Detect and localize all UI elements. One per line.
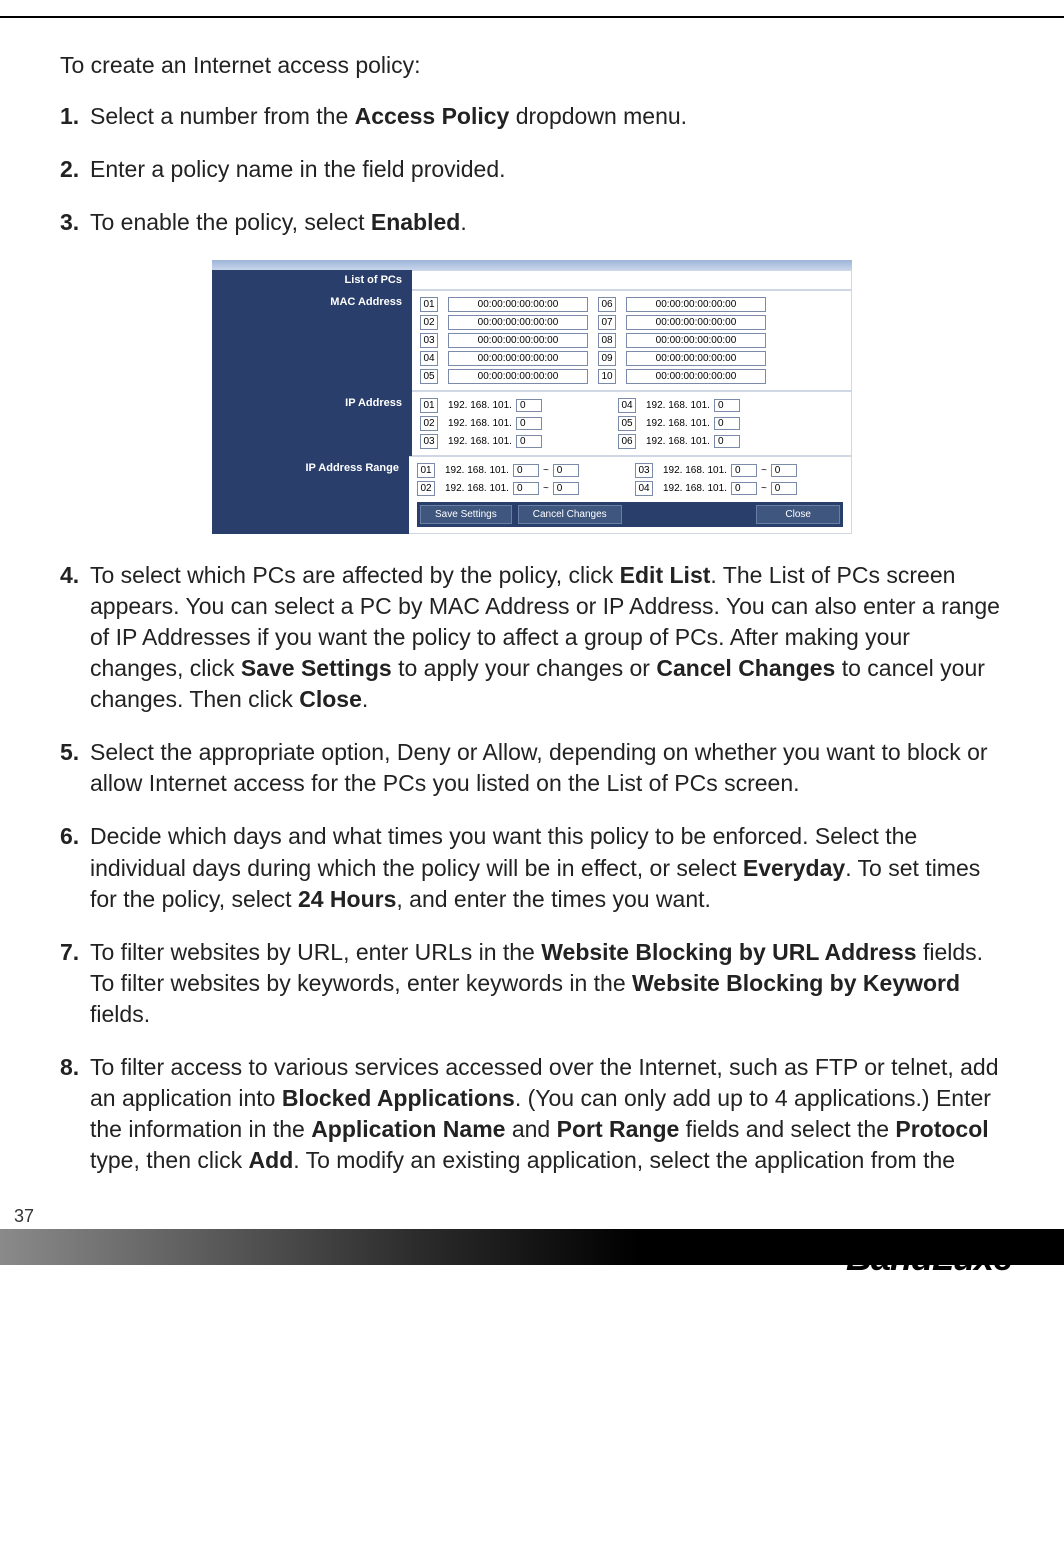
mac-row-index: 05 <box>420 369 438 384</box>
mac-input[interactable]: 00:00:00:00:00:00 <box>448 297 588 312</box>
mac-input[interactable]: 00:00:00:00:00:00 <box>626 333 766 348</box>
ip-prefix: 192. 168. 101. <box>448 436 512 447</box>
ip-octet-input[interactable]: 0 <box>516 435 542 448</box>
range-sep: ~ <box>543 483 549 494</box>
brand-logo: BandLuxe™ <box>846 1237 1030 1279</box>
step-number: 4. <box>60 560 90 715</box>
step-number: 2. <box>60 154 90 185</box>
ip-row-index: 02 <box>420 416 438 431</box>
mac-input[interactable]: 00:00:00:00:00:00 <box>448 315 588 330</box>
step-number: 3. <box>60 207 90 238</box>
ip-prefix: 192. 168. 101. <box>445 465 509 476</box>
ip-prefix: 192. 168. 101. <box>445 483 509 494</box>
listofpcs-title: List of PCs <box>212 270 412 290</box>
mac-row-index: 09 <box>598 351 616 366</box>
ip-octet-input[interactable]: 0 <box>714 435 740 448</box>
mac-address-label: MAC Address <box>212 290 412 391</box>
ip-prefix: 192. 168. 101. <box>663 465 727 476</box>
step-number: 8. <box>60 1052 90 1176</box>
range-lo-input[interactable]: 0 <box>513 464 539 477</box>
step-3: To enable the policy, select Enabled. <box>90 207 1004 238</box>
ip-row-index: 03 <box>420 434 438 449</box>
mac-input[interactable]: 00:00:00:00:00:00 <box>448 333 588 348</box>
step-4: To select which PCs are affected by the … <box>90 560 1004 715</box>
ip-range-label: IP Address Range <box>212 456 409 534</box>
range-row-index: 04 <box>635 481 653 496</box>
range-row-index: 02 <box>417 481 435 496</box>
step-1: Select a number from the Access Policy d… <box>90 101 1004 132</box>
close-button[interactable]: Close <box>756 505 840 524</box>
range-hi-input[interactable]: 0 <box>771 464 797 477</box>
ip-octet-input[interactable]: 0 <box>516 417 542 430</box>
range-hi-input[interactable]: 0 <box>553 482 579 495</box>
ip-octet-input[interactable]: 0 <box>714 399 740 412</box>
ip-prefix: 192. 168. 101. <box>448 400 512 411</box>
step-8: To filter access to various services acc… <box>90 1052 1004 1176</box>
mac-row-index: 06 <box>598 297 616 312</box>
ip-octet-input[interactable]: 0 <box>516 399 542 412</box>
range-row-index: 01 <box>417 463 435 478</box>
mac-input[interactable]: 00:00:00:00:00:00 <box>626 351 766 366</box>
save-settings-button[interactable]: Save Settings <box>420 505 512 524</box>
steps-list-cont: 4. To select which PCs are affected by t… <box>60 560 1004 1176</box>
step-7: To filter websites by URL, enter URLs in… <box>90 937 1004 1030</box>
ip-prefix: 192. 168. 101. <box>646 436 710 447</box>
step-2: Enter a policy name in the field provide… <box>90 154 1004 185</box>
ip-row-index: 06 <box>618 434 636 449</box>
range-sep: ~ <box>761 483 767 494</box>
range-lo-input[interactable]: 0 <box>513 482 539 495</box>
step-number: 5. <box>60 737 90 799</box>
range-lo-input[interactable]: 0 <box>731 482 757 495</box>
mac-row-index: 02 <box>420 315 438 330</box>
ip-prefix: 192. 168. 101. <box>646 418 710 429</box>
mac-row-index: 08 <box>598 333 616 348</box>
step-6: Decide which days and what times you wan… <box>90 821 1004 914</box>
ip-prefix: 192. 168. 101. <box>448 418 512 429</box>
ip-octet-input[interactable]: 0 <box>714 417 740 430</box>
ip-row-index: 04 <box>618 398 636 413</box>
mac-row-index: 07 <box>598 315 616 330</box>
mac-row-index: 10 <box>598 369 616 384</box>
ip-address-label: IP Address <box>212 391 412 456</box>
intro-text: To create an Internet access policy: <box>60 52 1004 79</box>
step-5: Select the appropriate option, Deny or A… <box>90 737 1004 799</box>
range-hi-input[interactable]: 0 <box>771 482 797 495</box>
ip-row-index: 05 <box>618 416 636 431</box>
listofpcs-figure: List of PCs MAC Address 01 00:00:00:00:0… <box>60 260 1004 534</box>
range-sep: ~ <box>761 465 767 476</box>
mac-row-index: 03 <box>420 333 438 348</box>
range-sep: ~ <box>543 465 549 476</box>
ip-row-index: 01 <box>420 398 438 413</box>
step-number: 6. <box>60 821 90 914</box>
range-row-index: 03 <box>635 463 653 478</box>
page-footer: 37 BandLuxe™ <box>0 1206 1064 1285</box>
steps-list: 1. Select a number from the Access Polic… <box>60 101 1004 238</box>
step-number: 7. <box>60 937 90 1030</box>
range-lo-input[interactable]: 0 <box>731 464 757 477</box>
mac-input[interactable]: 00:00:00:00:00:00 <box>626 297 766 312</box>
range-hi-input[interactable]: 0 <box>553 464 579 477</box>
mac-row-index: 01 <box>420 297 438 312</box>
page-number: 37 <box>0 1206 1064 1227</box>
mac-input[interactable]: 00:00:00:00:00:00 <box>448 351 588 366</box>
mac-row-index: 04 <box>420 351 438 366</box>
ip-prefix: 192. 168. 101. <box>646 400 710 411</box>
step-number: 1. <box>60 101 90 132</box>
mac-input[interactable]: 00:00:00:00:00:00 <box>626 315 766 330</box>
mac-input[interactable]: 00:00:00:00:00:00 <box>448 369 588 384</box>
cancel-changes-button[interactable]: Cancel Changes <box>518 505 622 524</box>
mac-input[interactable]: 00:00:00:00:00:00 <box>626 369 766 384</box>
ip-prefix: 192. 168. 101. <box>663 483 727 494</box>
